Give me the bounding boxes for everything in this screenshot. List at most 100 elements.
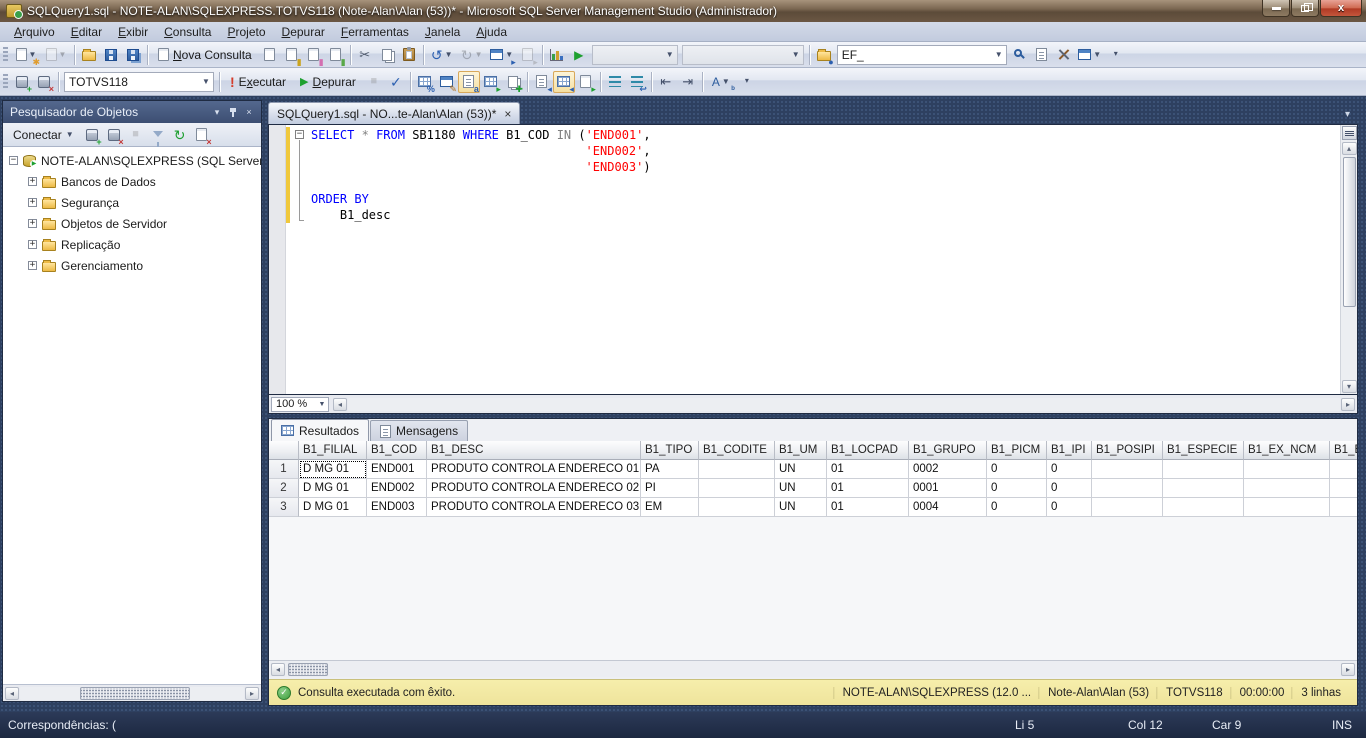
grid-cell[interactable]: 01	[827, 498, 909, 517]
outline-margin[interactable]: −	[295, 127, 307, 394]
navigate-to-icon[interactable]: ▸▼	[487, 44, 517, 66]
tree-item-objetos-de-servidor[interactable]: +Objetos de Servidor	[3, 213, 261, 234]
grid-cell[interactable]: PRODUTO CONTROLA ENDERECO 02	[427, 479, 641, 498]
tree-root-server[interactable]: −▶NOTE-ALAN\SQLEXPRESS (SQL Server 1	[3, 150, 261, 171]
executar-button[interactable]: !Executar	[223, 71, 293, 93]
empty-combo-1[interactable]: ▼	[592, 45, 678, 65]
column-header-b1_especie[interactable]: B1_ESPECIE	[1163, 441, 1244, 460]
grid-cell[interactable]	[1092, 479, 1163, 498]
grid-cell[interactable]: 0	[987, 460, 1047, 479]
grid-cell[interactable]: END002	[367, 479, 427, 498]
grid-cell[interactable]	[699, 460, 775, 479]
grid-cell[interactable]	[1244, 479, 1330, 498]
grid-cell[interactable]: 0001	[909, 479, 987, 498]
menu-ajuda[interactable]: Ajuda	[468, 23, 515, 41]
chevron-down-icon[interactable]: ▼	[663, 46, 677, 64]
menu-editar[interactable]: Editar	[63, 23, 110, 41]
save-icon[interactable]	[100, 44, 122, 66]
filter-icon[interactable]	[147, 124, 169, 146]
new-xmla-query-icon[interactable]: ▮	[325, 44, 347, 66]
grid-cell[interactable]: END003	[367, 498, 427, 517]
grid-cell[interactable]	[1330, 479, 1357, 498]
query-document-tab[interactable]: SQLQuery1.sql - NO...te-Alan\Alan (53))*…	[268, 102, 520, 124]
undo-icon[interactable]: ↺▼	[427, 44, 457, 66]
new-query-menu-icon[interactable]: ✱▼	[11, 44, 41, 66]
new-item-icon[interactable]: ▼	[41, 44, 71, 66]
browse-folder-icon[interactable]: ●	[813, 44, 835, 66]
connect-server-icon[interactable]: +	[81, 124, 103, 146]
cut-icon[interactable]: ✂	[354, 44, 376, 66]
grid-cell[interactable]	[1163, 479, 1244, 498]
grid-cell[interactable]: 0	[987, 479, 1047, 498]
row-number[interactable]: 1	[269, 460, 299, 479]
nova_consulta-button[interactable]: Nova Consulta	[151, 44, 259, 66]
menu-ferramentas[interactable]: Ferramentas	[333, 23, 417, 41]
grid-cell[interactable]	[1244, 460, 1330, 479]
empty-combo-2[interactable]: ▼	[682, 45, 804, 65]
grid-cell[interactable]: 0	[1047, 498, 1092, 517]
grid-cell[interactable]	[1163, 460, 1244, 479]
redo-icon[interactable]: ↻▼	[457, 44, 487, 66]
expand-icon[interactable]: +	[28, 219, 37, 228]
new-dmx-query-icon[interactable]: ▮	[303, 44, 325, 66]
change-connection-icon[interactable]: ×	[33, 71, 55, 93]
stop-execution-icon[interactable]: ■	[363, 71, 385, 93]
tree-item-gerenciamento[interactable]: +Gerenciamento	[3, 255, 261, 276]
window-menu-icon[interactable]: ▼	[1075, 44, 1105, 66]
grid-cell[interactable]: EM	[641, 498, 699, 517]
decrease-indent-icon[interactable]: ⇤	[655, 71, 677, 93]
grid-cell[interactable]: 01	[827, 460, 909, 479]
expand-icon[interactable]: +	[28, 177, 37, 186]
grid-cell[interactable]	[699, 498, 775, 517]
comment-selection-icon[interactable]	[604, 71, 626, 93]
editor-hscrollbar[interactable]	[348, 398, 1340, 411]
zoom-combo[interactable]: 100 % ▼	[271, 397, 329, 412]
expand-icon[interactable]: +	[28, 240, 37, 249]
parse-query-icon[interactable]: ✓	[385, 71, 407, 93]
conectar-button[interactable]: Conectar▼	[6, 124, 81, 146]
menu-exibir[interactable]: Exibir	[110, 23, 156, 41]
restore-button[interactable]	[1291, 0, 1319, 17]
corner-header[interactable]	[269, 441, 299, 460]
grid-cell[interactable]: 0002	[909, 460, 987, 479]
scroll-thumb[interactable]	[288, 663, 328, 676]
grid-cell[interactable]: 0	[1047, 460, 1092, 479]
column-header-b1_e[interactable]: B1_E	[1330, 441, 1357, 460]
tab-resultados[interactable]: Resultados	[271, 419, 369, 441]
scroll-left-arrow[interactable]: ◂	[5, 687, 19, 700]
paste-icon[interactable]	[398, 44, 420, 66]
toolbar-overflow-icon[interactable]: ▾	[736, 71, 758, 93]
connect-server-icon[interactable]: +	[11, 71, 33, 93]
collapse-icon[interactable]: −	[9, 156, 18, 165]
grid-cell[interactable]: PI	[641, 479, 699, 498]
chevron-down-icon[interactable]: ▼	[789, 46, 803, 64]
object-explorer-titlebar[interactable]: Pesquisador de Objetos ▾ ×	[3, 101, 261, 123]
include-actual-plan-icon[interactable]: ▸	[480, 71, 502, 93]
column-header-b1_desc[interactable]: B1_DESC	[427, 441, 641, 460]
column-header-b1_um[interactable]: B1_UM	[775, 441, 827, 460]
grid-cell[interactable]: 0	[987, 498, 1047, 517]
grid-cell[interactable]: UN	[775, 498, 827, 517]
menu-arquivo[interactable]: Arquivo	[6, 23, 63, 41]
toolbar-overflow-icon[interactable]: ▾	[1105, 44, 1127, 66]
close-panel-icon[interactable]: ×	[241, 105, 257, 119]
start-button-icon[interactable]: ▶	[568, 44, 590, 66]
grid-cell[interactable]	[1330, 498, 1357, 517]
grid-cell[interactable]	[699, 479, 775, 498]
scroll-thumb[interactable]	[1343, 157, 1356, 307]
new-database-engine-query-icon[interactable]	[259, 44, 281, 66]
close-button[interactable]: x	[1320, 0, 1362, 17]
scroll-thumb[interactable]	[80, 687, 190, 700]
row-number[interactable]: 3	[269, 498, 299, 517]
scroll-left-arrow[interactable]: ◂	[271, 663, 285, 676]
toolbar-grip[interactable]	[3, 47, 8, 63]
grid-cell[interactable]: UN	[775, 479, 827, 498]
grid-cell[interactable]: PA	[641, 460, 699, 479]
uncomment-selection-icon[interactable]: ↩	[626, 71, 648, 93]
toolbar-grip[interactable]	[3, 74, 8, 90]
column-header-b1_ex_ncm[interactable]: B1_EX_NCM	[1244, 441, 1330, 460]
grid-cell[interactable]: D MG 01	[299, 460, 367, 479]
column-header-b1_codite[interactable]: B1_CODITE	[699, 441, 775, 460]
scroll-right-arrow[interactable]: ▸	[1341, 398, 1355, 411]
code-line-6[interactable]: B1_desc	[311, 207, 1340, 223]
